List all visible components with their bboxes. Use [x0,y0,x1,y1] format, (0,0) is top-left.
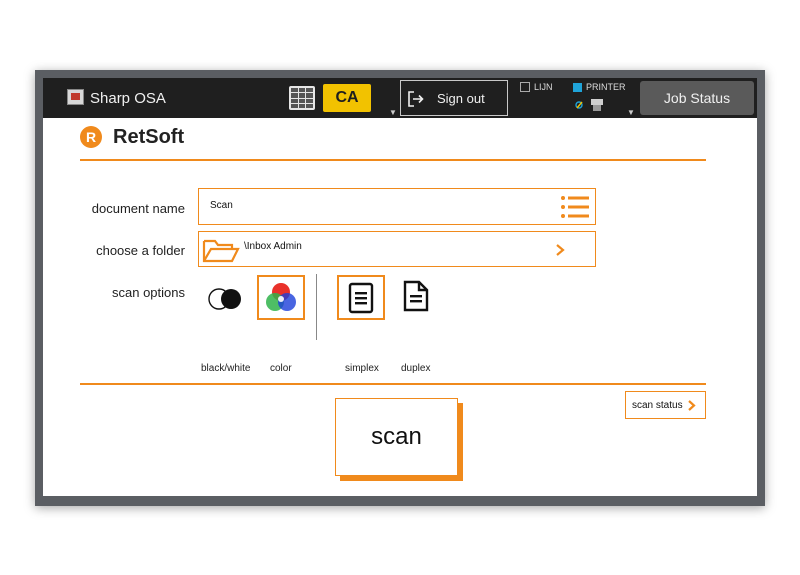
color-icon [266,283,296,311]
scan-button[interactable]: scan [335,398,458,476]
folder-field[interactable]: \Inbox Admin [198,231,596,267]
simplex-option[interactable] [337,275,385,320]
folder-icon [202,239,240,263]
scan-status-button[interactable]: scan status [625,391,706,419]
simplex-document-icon [348,282,374,314]
black-white-option[interactable] [204,282,246,316]
lijn-label: LIJN [534,82,553,92]
lijn-indicator-icon [520,82,530,92]
document-name-label: document name [91,201,185,216]
printer-label: PRINTER [586,82,626,92]
ca-dropdown-caret-icon[interactable]: ▼ [389,108,397,117]
sign-out-label: Sign out [437,91,485,106]
top-bar: Sharp OSA CA ▼ Sign out LIJN PRINTER ▼ J… [43,78,757,118]
screen: Sharp OSA CA ▼ Sign out LIJN PRINTER ▼ J… [43,78,757,496]
chevron-right-icon[interactable] [555,243,565,257]
retsoft-logo-icon: R [80,126,102,148]
folder-value: \Inbox Admin [244,241,302,252]
document-name-field[interactable]: Scan [198,188,596,225]
color-option[interactable] [257,275,305,320]
scan-status-label: scan status [632,399,683,411]
keypad-icon[interactable] [289,86,315,110]
color-label: color [270,363,292,374]
printer-indicator-icon [573,82,582,92]
duplex-option[interactable] [398,278,434,318]
printer-status: PRINTER [573,82,626,92]
app-icon [67,89,84,105]
clear-all-button[interactable]: CA [323,84,371,112]
document-name-value: Scan [210,200,233,211]
duplex-label: duplex [401,363,431,374]
black-white-label: black/white [201,363,251,374]
app-content: R RetSoft document name Scan choose a fo… [43,118,757,496]
job-status-button[interactable]: Job Status [640,81,754,115]
sign-out-icon [408,91,424,107]
list-icon[interactable] [559,193,591,221]
sign-out-button[interactable]: Sign out [400,80,508,116]
header-divider [80,159,706,161]
lijn-status: LIJN [520,82,553,92]
footer-divider [80,383,706,385]
simplex-label: simplex [345,363,379,374]
options-divider [316,274,317,340]
app-title: Sharp OSA [90,90,166,107]
chevron-right-icon [687,399,696,411]
folder-label: choose a folder [96,243,185,258]
printer-dropdown-caret-icon[interactable]: ▼ [627,108,635,117]
brand-name: RetSoft [113,126,185,148]
printer-device-icon [575,99,603,111]
black-white-icon [208,288,241,310]
duplex-document-icon [403,280,429,312]
scan-options-label: scan options [112,285,185,300]
